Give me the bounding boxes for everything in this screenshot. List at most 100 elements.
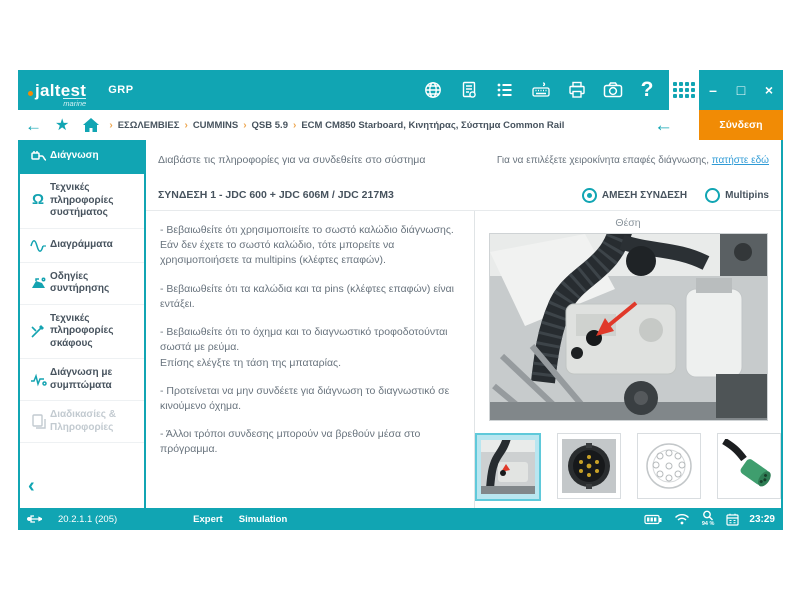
logo-text: jaltest xyxy=(35,82,86,99)
manual-contacts-hint: Για να επιλέξετε χειροκίνητα επαφές διάγ… xyxy=(497,155,769,166)
press-here-link[interactable]: πατήστε εδώ xyxy=(712,155,769,166)
version-text: 20.2.1.1 (205) xyxy=(58,514,117,525)
sidebar-item-symptom-diagnosis[interactable]: Διάγνωση με συμπτώματα xyxy=(20,359,144,401)
logo-main-text: jaltest xyxy=(35,81,86,100)
sidebar-item-system-info[interactable]: Ω Τεχνικές πληροφορίες συστήματος xyxy=(20,174,144,229)
instruction-line: - Βεβαιωθείτε ότι το όχημα και το διαγνω… xyxy=(160,325,460,355)
keyboard-icon[interactable] xyxy=(523,70,559,110)
instruction-line: - Βεβαιωθείτε ότι χρησιμοποιείτε το σωστ… xyxy=(160,223,460,238)
breadcrumb-item-brand[interactable]: CUMMINS xyxy=(193,120,238,131)
minimize-button[interactable]: – xyxy=(703,83,723,97)
thumbnail-strip xyxy=(475,433,781,501)
zoom-level-text: 94 % xyxy=(702,522,715,528)
jaltest-logo: jaltest marine xyxy=(28,82,86,99)
zoom-level-indicator[interactable]: 94 % xyxy=(702,510,715,528)
sidebar-item-label: Διαδικασίες & Πληροφορίες xyxy=(50,409,138,434)
grp-badge: GRP xyxy=(108,84,133,96)
sidebar-item-label: Διαγράμματα xyxy=(50,239,113,252)
globe-icon[interactable] xyxy=(415,70,451,110)
radio-dot xyxy=(705,188,720,203)
breadcrumb-bar: ← ★ › ΕΣΩΛΕΜΒΙΕΣ › CUMMINS › QSB 5.9 › E… xyxy=(18,110,783,140)
instruction-line: Επίσης ελέγξτε τη τάση της μπαταρίας. xyxy=(160,356,460,371)
instruction-line: - Άλλοι τρόποι συνδεσης μπορούν να βρεθο… xyxy=(160,427,460,457)
report-icon[interactable] xyxy=(451,70,487,110)
maximize-button[interactable]: □ xyxy=(731,83,751,97)
waveform-icon xyxy=(26,237,50,254)
diagnosis-icon xyxy=(26,148,50,165)
radio-dot xyxy=(582,188,597,203)
sidebar-item-label: Τεχνικές πληροφορίες συστήματος xyxy=(50,182,138,220)
sidebar-item-label: Οδηγίες συντήρησης xyxy=(50,271,138,296)
back-arrow-icon[interactable]: ← xyxy=(25,117,42,134)
info-text: Διαβάστε τις πληροφορίες για να συνδεθεί… xyxy=(158,154,425,166)
thumbnail-diagnostic-socket[interactable] xyxy=(557,433,621,499)
window-controls: – □ × xyxy=(699,70,783,110)
top-bar: jaltest marine GRP xyxy=(18,70,783,110)
middle-section: Διάγνωση Ω Τεχνικές πληροφορίες συστήματ… xyxy=(18,140,783,508)
breadcrumb-item-model[interactable]: QSB 5.9 xyxy=(252,120,288,131)
omega-icon: Ω xyxy=(26,191,50,210)
mode-expert: Expert xyxy=(193,514,223,525)
tools-icon xyxy=(26,323,50,340)
instructions-text: - Βεβαιωθείτε ότι χρησιμοποιείτε το σωστ… xyxy=(146,211,474,508)
symptoms-icon xyxy=(26,371,50,388)
instruction-line: - Βεβαιωθείτε ότι τα καλώδια και τα pins… xyxy=(160,282,460,312)
thumbnail-engine-photo[interactable] xyxy=(475,433,541,501)
usb-icon xyxy=(26,513,42,525)
radio-multipins[interactable]: Multipins xyxy=(705,188,769,203)
oil-can-icon xyxy=(26,275,50,292)
battery-icon xyxy=(644,514,662,525)
app-window: jaltest marine GRP xyxy=(18,70,783,530)
thumbnail-green-connector[interactable] xyxy=(717,433,781,499)
panel-collapse-arrow-icon[interactable]: ← xyxy=(654,116,673,135)
crumb-separator: › xyxy=(109,120,112,131)
status-bar: 20.2.1.1 (205) Expert Simulation 94 % xyxy=(18,508,783,530)
instruction-line: - Προτείνεται να μην συνδέετε για διάγνω… xyxy=(160,384,460,414)
apps-grid-icon[interactable] xyxy=(673,82,695,98)
home-icon[interactable] xyxy=(82,117,100,133)
sidebar-item-diagnosis[interactable]: Διάγνωση xyxy=(20,140,144,174)
crumb-separator: › xyxy=(184,120,187,131)
connection-title: ΣΥΝΔΕΣΗ 1 - JDC 600 + JDC 606M / JDC 217… xyxy=(158,189,394,201)
breadcrumb: › ΕΣΩΛΕΜΒΙΕΣ › CUMMINS › QSB 5.9 › ECM C… xyxy=(107,120,567,131)
printer-icon[interactable] xyxy=(559,70,595,110)
wifi-icon xyxy=(674,513,690,525)
sidebar-item-vessel-info[interactable]: Τεχνικές πληροφορίες σκάφους xyxy=(20,305,144,360)
sidebar-item-procedures: Διαδικασίες & Πληροφορίες xyxy=(20,401,144,443)
image-caption: Θέση xyxy=(615,217,640,229)
close-button[interactable]: × xyxy=(759,83,779,97)
connection-header-row: ΣΥΝΔΕΣΗ 1 - JDC 600 + JDC 606M / JDC 217… xyxy=(146,180,781,211)
calendar-icon[interactable] xyxy=(726,513,739,526)
logo-marine-text: marine xyxy=(63,98,86,108)
help-icon[interactable]: ? xyxy=(631,78,663,102)
sidebar-collapse-chevron[interactable]: ‹ xyxy=(20,469,144,508)
radio-direct-connection[interactable]: ΑΜΕΣΗ ΣΥΝΔΕΣΗ xyxy=(582,188,687,203)
camera-icon[interactable] xyxy=(595,70,631,110)
documents-icon xyxy=(26,413,50,430)
sidebar-item-maintenance[interactable]: Οδηγίες συντήρησης xyxy=(20,263,144,305)
radio-label: ΑΜΕΣΗ ΣΥΝΔΕΣΗ xyxy=(602,190,687,201)
sidebar-item-label: Τεχνικές πληροφορίες σκάφους xyxy=(50,313,138,351)
breadcrumb-item-system[interactable]: ECM CM850 Starboard, Κινητήρας, Σύστημα … xyxy=(301,120,564,131)
engine-location-photo xyxy=(489,233,768,421)
instruction-line: Εάν δεν έχετε το σωστό καλώδιο, τότε μπο… xyxy=(160,238,460,268)
favorite-star-icon[interactable]: ★ xyxy=(55,115,69,135)
connect-button[interactable]: Σύνδεση xyxy=(699,110,783,140)
main-panel: Διαβάστε τις πληροφορίες για να συνδεθεί… xyxy=(146,140,781,508)
crumb-separator: › xyxy=(293,120,296,131)
sidebar-item-label: Διάγνωση με συμπτώματα xyxy=(50,367,138,392)
sidebar: Διάγνωση Ω Τεχνικές πληροφορίες συστήματ… xyxy=(20,140,146,508)
thumbnail-connector-pinout[interactable] xyxy=(637,433,701,499)
logo-dot xyxy=(28,91,33,96)
info-row: Διαβάστε τις πληροφορίες για να συνδεθεί… xyxy=(146,140,781,180)
clock-time: 23:29 xyxy=(749,514,775,525)
content-area: - Βεβαιωθείτε ότι χρησιμοποιείτε το σωστ… xyxy=(146,211,781,508)
apps-menu-segment xyxy=(669,70,699,110)
sidebar-item-label: Διάγνωση xyxy=(50,150,99,163)
sidebar-item-diagrams[interactable]: Διαγράμματα xyxy=(20,229,144,263)
crumb-separator: › xyxy=(243,120,246,131)
breadcrumb-item-category[interactable]: ΕΣΩΛΕΜΒΙΕΣ xyxy=(118,120,180,131)
image-panel: Θέση xyxy=(474,211,781,508)
checklist-icon[interactable] xyxy=(487,70,523,110)
hint-text: Για να επιλέξετε χειροκίνητα επαφές διάγ… xyxy=(497,155,712,166)
